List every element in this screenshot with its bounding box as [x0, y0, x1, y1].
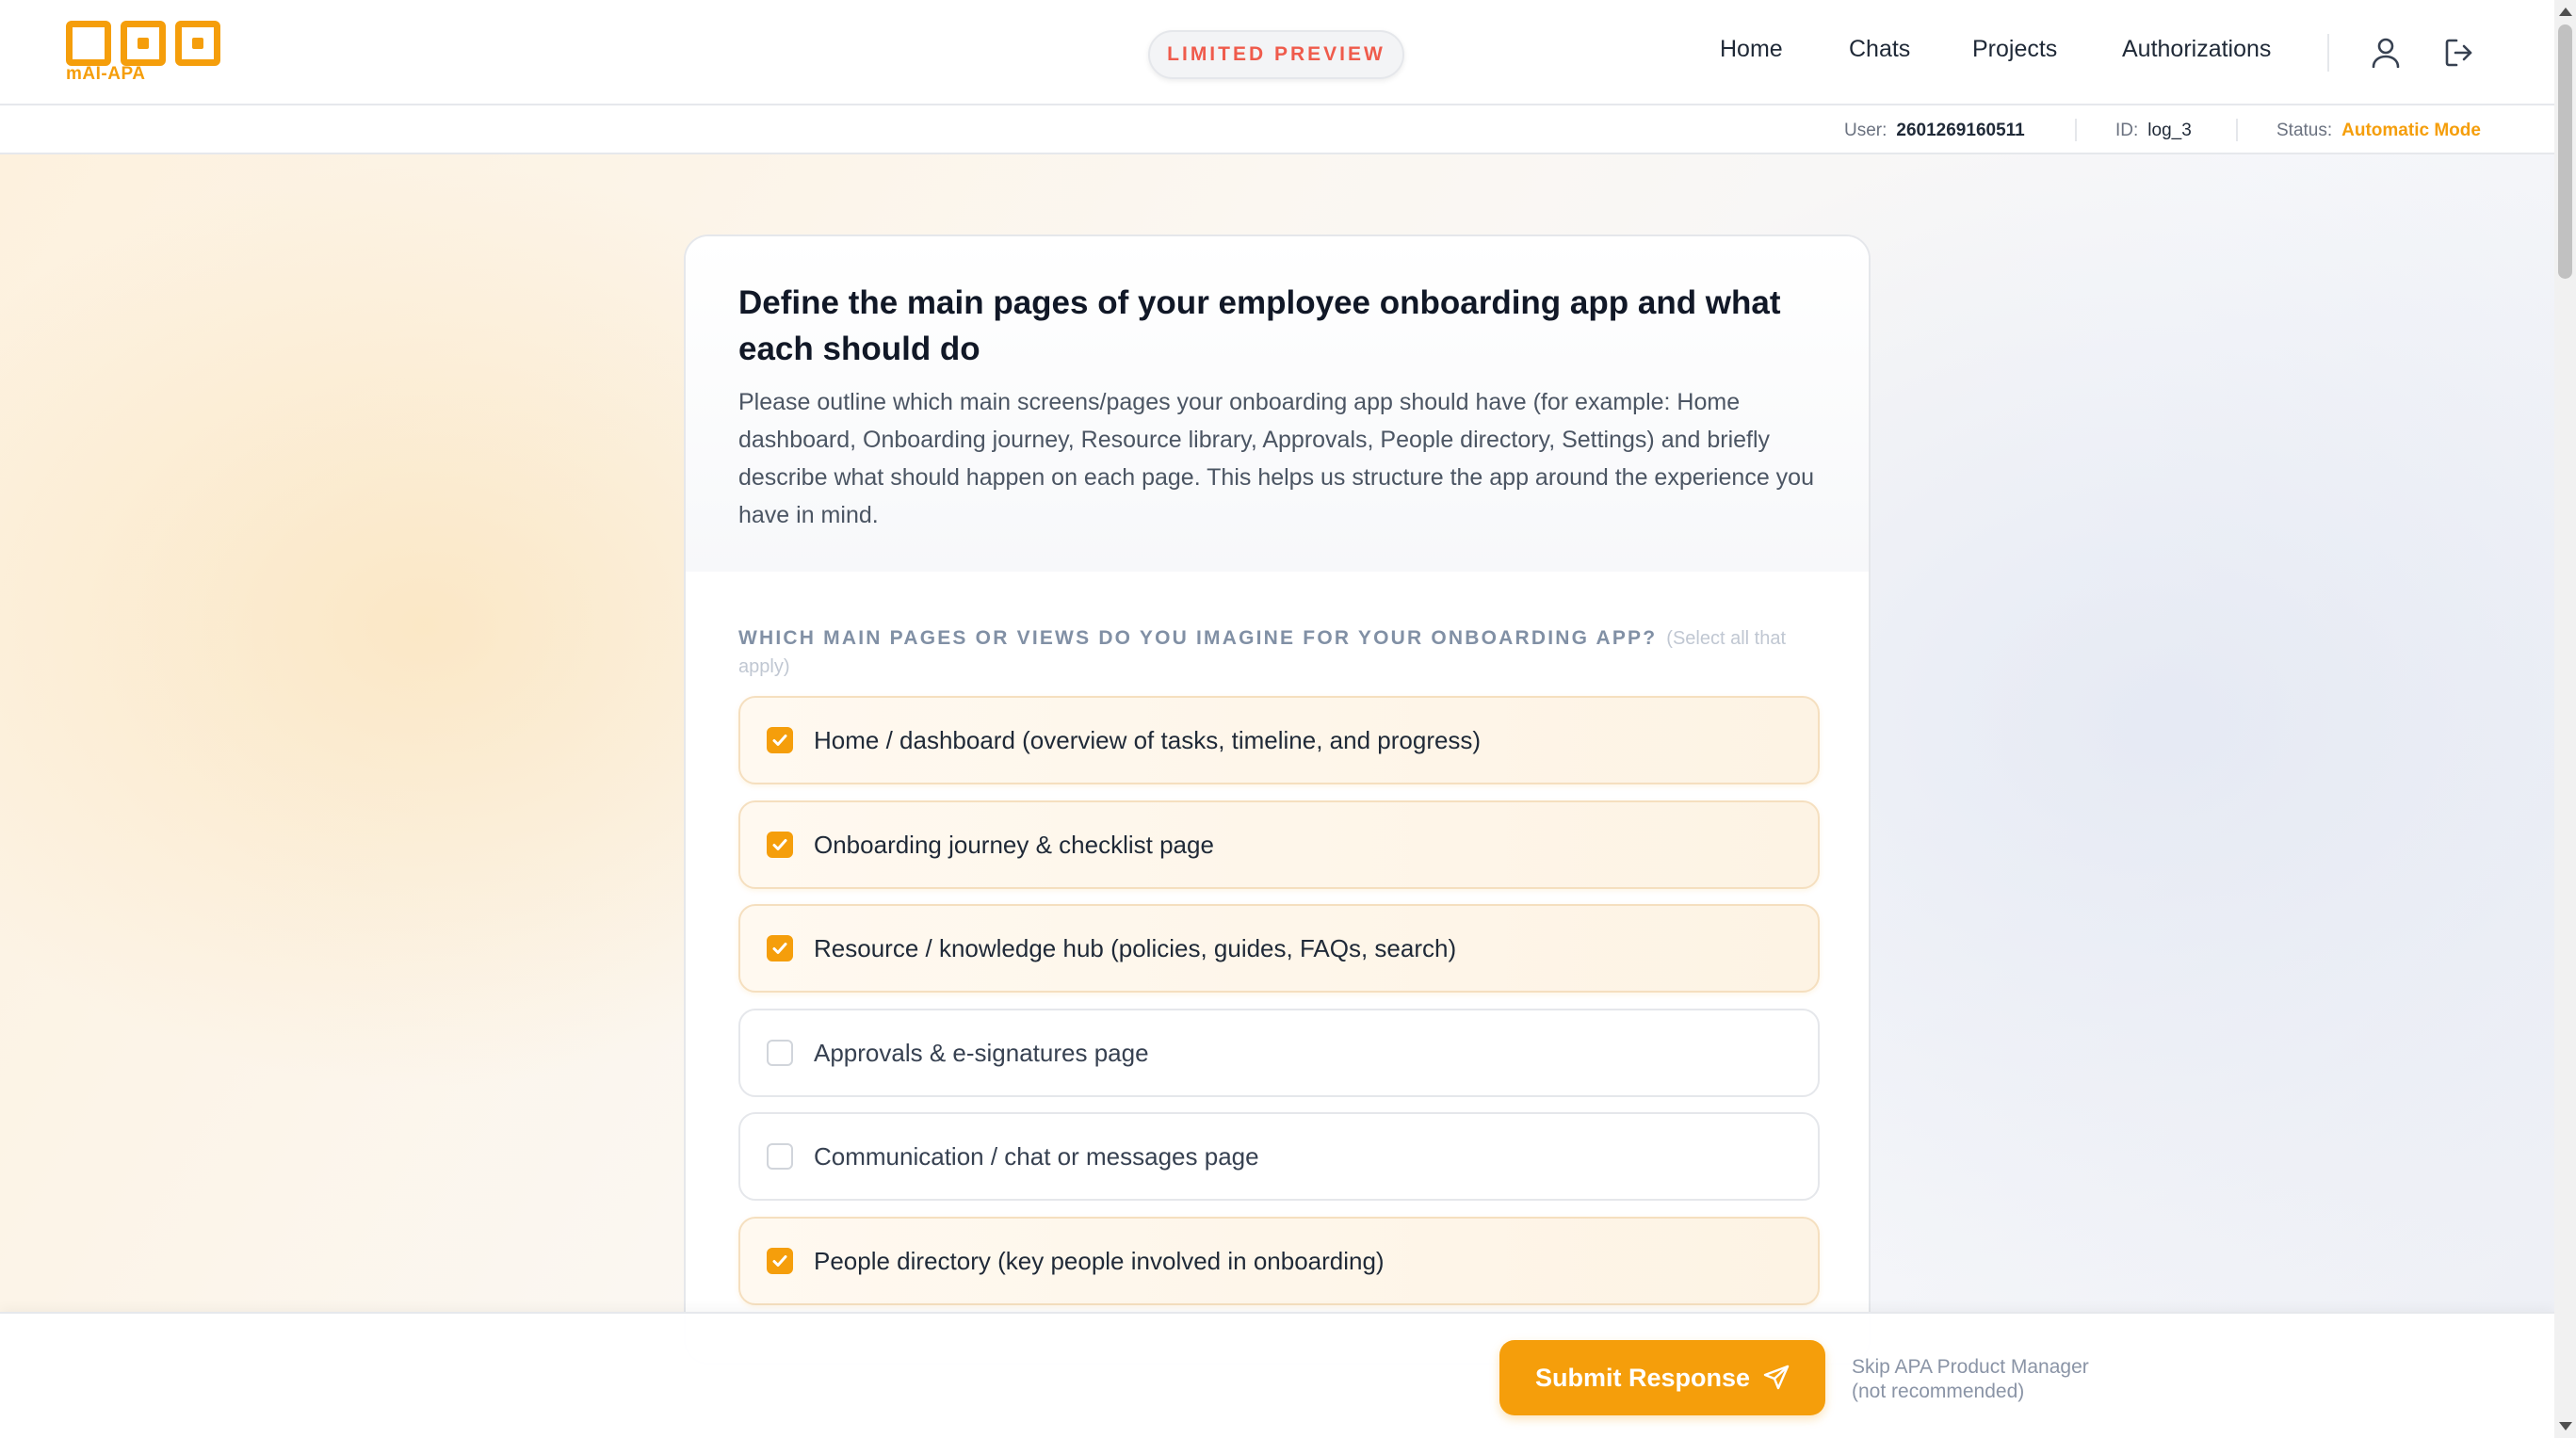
checkbox-checked[interactable]	[767, 832, 793, 858]
checkbox-checked[interactable]	[767, 727, 793, 753]
question-heading: Which main pages or views do you imagine…	[738, 624, 1793, 682]
option-item[interactable]: Onboarding journey & checklist page	[738, 800, 1820, 889]
option-item[interactable]: Resource / knowledge hub (policies, guid…	[738, 904, 1820, 993]
checkbox-unchecked[interactable]	[767, 1040, 793, 1066]
logo-text: mAI-APA	[66, 64, 146, 84]
id-value: log_3	[2147, 121, 2192, 140]
submit-label: Submit Response	[1534, 1363, 1751, 1392]
option-item[interactable]: Communication / chat or messages page	[738, 1112, 1820, 1201]
nav-chats[interactable]: Chats	[1849, 36, 1910, 63]
id-label: ID:	[2115, 121, 2139, 140]
user-label: User:	[1844, 121, 1887, 140]
option-label: People directory (key people involved in…	[814, 1246, 1385, 1275]
send-icon	[1763, 1365, 1790, 1390]
status-label: Status:	[2276, 121, 2333, 140]
check-icon	[772, 943, 787, 954]
scroll-down-arrow-icon[interactable]	[2559, 1422, 2572, 1430]
nav-home[interactable]: Home	[1720, 36, 1783, 63]
question-label: Which main pages or views do you imagine…	[738, 627, 1658, 649]
option-item[interactable]: People directory (key people involved in…	[738, 1217, 1820, 1305]
option-label: Approvals & e-signatures page	[814, 1038, 1149, 1067]
check-icon	[772, 839, 787, 850]
logout-icon[interactable]	[2440, 34, 2478, 72]
page-scrollbar[interactable]	[2554, 0, 2576, 1438]
logo-mark	[66, 21, 226, 66]
option-label: Home / dashboard (overview of tasks, tim…	[814, 725, 1482, 754]
check-icon	[772, 1255, 787, 1267]
option-label: Onboarding journey & checklist page	[814, 830, 1214, 859]
nav-projects[interactable]: Projects	[1972, 36, 2057, 63]
separator	[2236, 119, 2238, 141]
checkbox-checked[interactable]	[767, 1248, 793, 1274]
submit-response-button[interactable]: Submit Response	[1499, 1340, 1825, 1415]
scroll-thumb[interactable]	[2558, 24, 2572, 279]
logo[interactable]: mAI-APA	[66, 21, 226, 87]
option-label: Resource / knowledge hub (policies, guid…	[814, 933, 1457, 962]
user-value: 2601269160511	[1896, 121, 2025, 140]
skip-label: Skip APA Product Manager	[1852, 1356, 2089, 1378]
footer-action-bar: Submit Response Skip APA Product Manager…	[0, 1312, 2554, 1438]
option-item[interactable]: Approvals & e-signatures page	[738, 1009, 1820, 1097]
nav-divider	[2327, 34, 2329, 72]
session-info-bar: User: 2601269160511 ID: log_3 Status: Autom…	[0, 105, 2554, 154]
separator	[2075, 119, 2077, 141]
card-header: Define the main pages of your employee o…	[686, 236, 1869, 572]
checkbox-unchecked[interactable]	[767, 1143, 793, 1170]
status-info: Status: Automatic Mode	[2276, 121, 2481, 141]
limited-preview-badge: LIMITED PREVIEW	[1148, 30, 1404, 79]
question-title: Define the main pages of your employee o…	[738, 284, 1781, 367]
user-info: User: 2601269160511	[1844, 121, 2025, 141]
checkbox-checked[interactable]	[767, 935, 793, 961]
top-navbar: mAI-APA LIMITED PREVIEW Home Chats Proje…	[0, 0, 2554, 105]
scroll-up-arrow-icon[interactable]	[2559, 8, 2572, 16]
user-icon[interactable]	[2367, 34, 2405, 72]
status-value: Automatic Mode	[2341, 121, 2481, 140]
option-item[interactable]: Home / dashboard (overview of tasks, tim…	[738, 696, 1820, 784]
check-icon	[772, 735, 787, 746]
option-label: Communication / chat or messages page	[814, 1141, 1259, 1171]
skip-product-manager-link[interactable]: Skip APA Product Manager (not recommende…	[1852, 1355, 2089, 1404]
nav-authorizations[interactable]: Authorizations	[2122, 36, 2271, 63]
question-description: Please outline which main screens/pages …	[738, 389, 1814, 528]
skip-note: (not recommended)	[1852, 1381, 2025, 1402]
id-info: ID: log_3	[2115, 121, 2192, 141]
question-card: Define the main pages of your employee o…	[684, 234, 1871, 1365]
